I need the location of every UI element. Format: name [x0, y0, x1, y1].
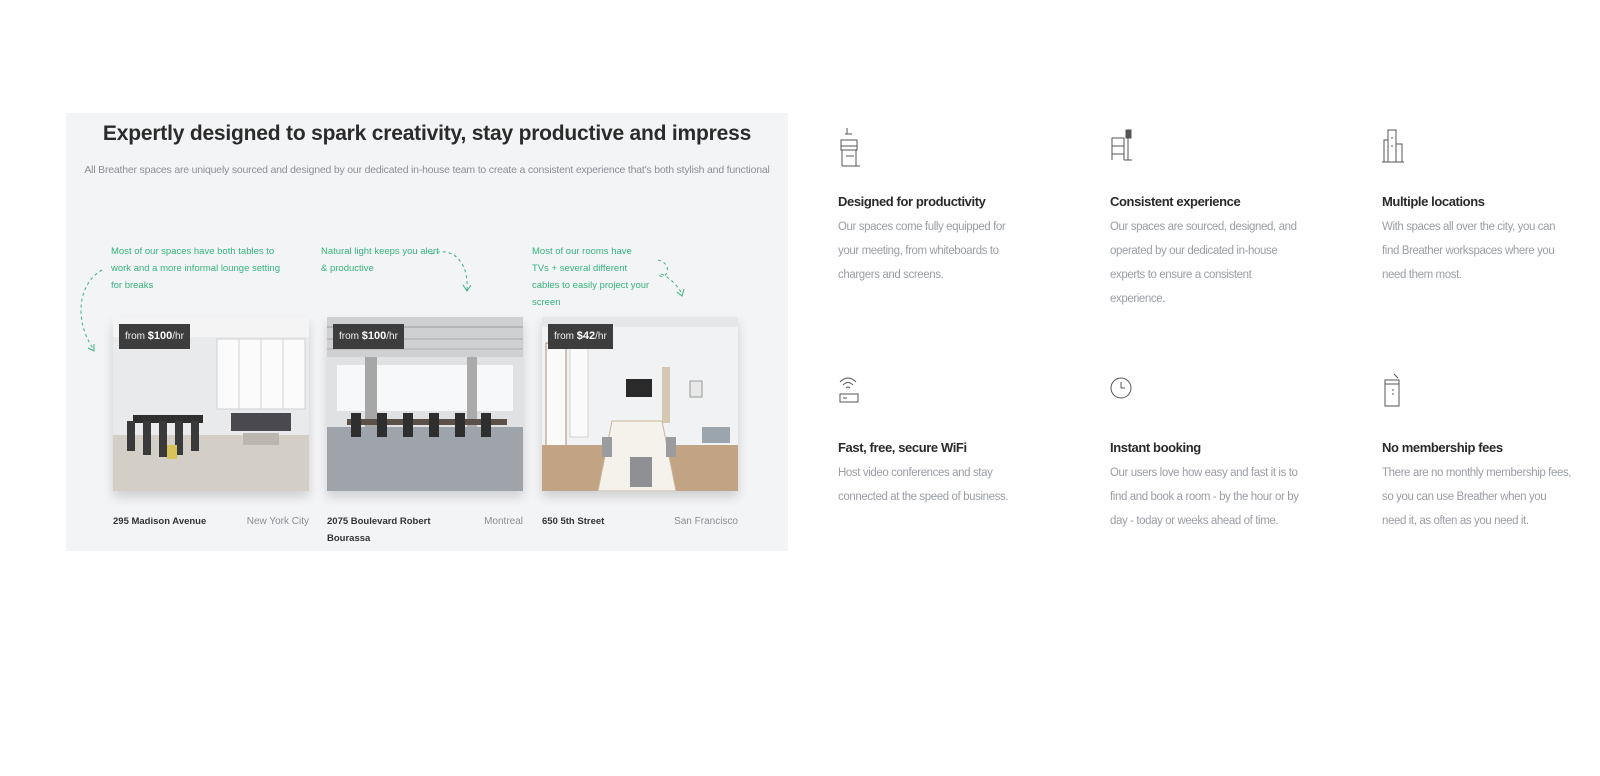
- feature-description: Our users love how easy and fast it is t…: [1110, 467, 1299, 527]
- section-title: Expertly designed to spark creativity, s…: [102, 122, 752, 145]
- feature-wifi: Fast, free, secure WiFi Host video confe…: [838, 372, 1028, 509]
- wifi-router-icon: [839, 377, 859, 403]
- feature-productivity: Designed for productivity Our spaces com…: [838, 126, 1028, 287]
- clock-icon: [1110, 377, 1132, 399]
- space-address[interactable]: 650 5th Street: [542, 513, 662, 530]
- feature-description: There are no monthly membership fees, so…: [1382, 467, 1572, 527]
- space-city: San Francisco: [674, 516, 738, 527]
- chair-lamp-icon: [1111, 129, 1132, 161]
- price-tag: from $100/hr: [119, 324, 190, 349]
- feature-description: Our spaces come fully equipped for your …: [838, 221, 1006, 281]
- space-photo[interactable]: from $100/hr: [327, 317, 523, 491]
- feature-description: With spaces all over the city, you can f…: [1382, 221, 1556, 281]
- feature-title: Designed for productivity: [838, 194, 986, 209]
- space-city: New York City: [246, 516, 309, 527]
- space-card[interactable]: from $100/hr 2075 Boulevard Robert Boura…: [327, 317, 523, 544]
- space-city: Montreal: [484, 516, 523, 527]
- annotation-note: Most of our spaces have both tables to w…: [111, 246, 280, 291]
- feature-consistent: Consistent experience Our spaces are sou…: [1110, 126, 1300, 311]
- space-card[interactable]: from $42/hr 650 5th Street San Francisco: [542, 317, 738, 527]
- section-subtitle: All Breather spaces are uniquely sourced…: [84, 164, 770, 176]
- buildings-icon: [1382, 129, 1404, 163]
- space-address[interactable]: 2075 Boulevard Robert Bourassa: [327, 513, 447, 547]
- price-tag: from $42/hr: [548, 324, 613, 349]
- feature-title: Instant booking: [1110, 440, 1201, 455]
- feature-locations: Multiple locations With spaces all over …: [1382, 126, 1572, 287]
- dashed-arrow-icon: [430, 251, 472, 292]
- dashed-arrow-icon: [657, 259, 685, 297]
- feature-booking: Instant booking Our users love how easy …: [1110, 372, 1300, 533]
- annotation-note: Most of our rooms have TVs + several dif…: [532, 246, 650, 308]
- space-photo[interactable]: from $100/hr: [113, 317, 309, 491]
- feature-title: Consistent experience: [1110, 194, 1241, 209]
- space-address[interactable]: 295 Madison Avenue: [113, 513, 233, 530]
- feature-no-fees: No membership fees There are no monthly …: [1382, 372, 1572, 533]
- feature-title: Fast, free, secure WiFi: [838, 440, 967, 455]
- feature-description: Host video conferences and stay connecte…: [838, 467, 1009, 503]
- spaces-showcase: Expertly designed to spark creativity, s…: [66, 113, 788, 551]
- space-card[interactable]: from $100/hr 295 Madison Avenue New York…: [113, 317, 309, 527]
- coffee-cup-icon: [1384, 373, 1400, 407]
- price-tag: from $100/hr: [333, 324, 404, 349]
- feature-title: Multiple locations: [1382, 194, 1485, 209]
- space-photo[interactable]: from $42/hr: [542, 317, 738, 491]
- feature-title: No membership fees: [1382, 440, 1503, 455]
- desk-chair-icon: [840, 128, 860, 167]
- annotation-note: Natural light keeps you alert & producti…: [321, 246, 439, 274]
- dashed-arrow-icon: [80, 269, 103, 352]
- feature-description: Our spaces are sourced, designed, and op…: [1110, 221, 1297, 305]
